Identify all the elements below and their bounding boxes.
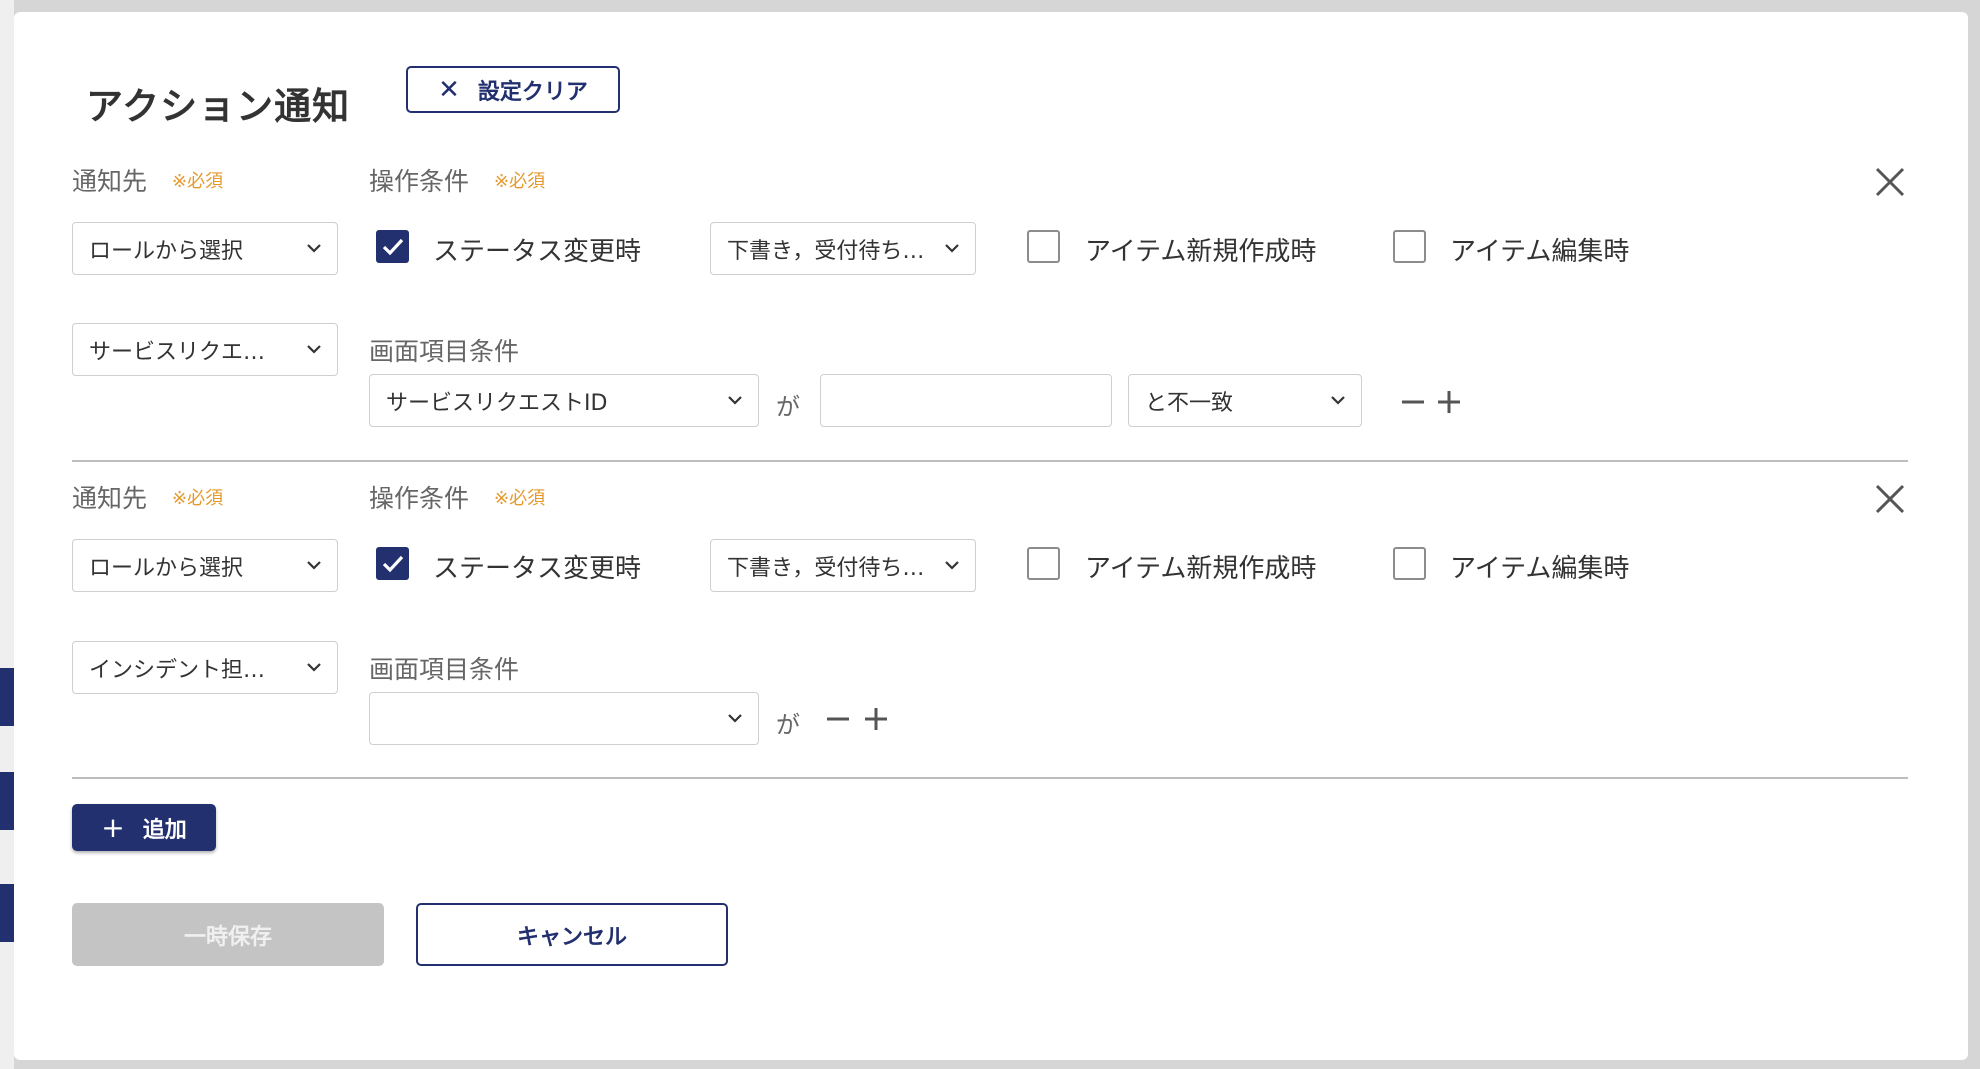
background-bar <box>0 772 14 830</box>
recipient-type-value: ロールから選択 <box>89 555 244 581</box>
status-select[interactable]: 下書き，受付待ち… <box>710 222 976 275</box>
status-change-checkbox[interactable] <box>376 230 409 263</box>
recipient-value: インシデント担… <box>89 657 266 683</box>
chevron-down-icon <box>307 661 321 675</box>
status-value: 下書き，受付待ち… <box>727 238 925 264</box>
new-item-checkbox[interactable] <box>1027 547 1060 580</box>
rule-divider <box>72 777 1908 779</box>
condition-label: 操作条件 <box>369 167 470 196</box>
required-mark: ※必須 <box>494 488 546 509</box>
add-rule-button[interactable]: + 追加 <box>72 804 216 851</box>
add-condition-icon[interactable] <box>863 706 889 732</box>
field-value-input[interactable] <box>820 374 1112 427</box>
add-rule-label: 追加 <box>142 817 187 843</box>
chevron-down-icon <box>945 242 959 256</box>
recipient-label: 通知先 <box>72 167 148 196</box>
edit-item-checkbox[interactable] <box>1393 547 1426 580</box>
chevron-down-icon <box>307 343 321 357</box>
field-value-text: サービスリクエストID <box>386 390 608 416</box>
recipient-label: 通知先 <box>72 484 148 513</box>
cancel-button[interactable]: キャンセル <box>416 903 728 966</box>
status-value: 下書き，受付待ち… <box>727 555 925 581</box>
modal-title: アクション通知 <box>86 85 351 128</box>
remove-condition-icon[interactable] <box>825 706 851 732</box>
chevron-down-icon <box>728 394 742 408</box>
chevron-down-icon <box>307 242 321 256</box>
chevron-down-icon <box>307 559 321 573</box>
rule-divider <box>72 460 1908 462</box>
condition-label: 操作条件 <box>369 484 470 513</box>
recipient-type-value: ロールから選択 <box>89 238 244 264</box>
recipient-value-select[interactable]: インシデント担… <box>72 641 338 694</box>
recipient-value-select[interactable]: サービスリクエ… <box>72 323 338 376</box>
new-item-label: アイテム新規作成時 <box>1085 237 1317 267</box>
chevron-down-icon <box>728 712 742 726</box>
new-item-label: アイテム新規作成時 <box>1085 554 1317 584</box>
recipient-type-select[interactable]: ロールから選択 <box>72 539 338 592</box>
check-icon <box>382 555 403 572</box>
field-select[interactable] <box>369 692 759 745</box>
chevron-down-icon <box>945 559 959 573</box>
add-condition-icon[interactable] <box>1436 389 1462 415</box>
edit-item-checkbox[interactable] <box>1393 230 1426 263</box>
match-operator-value: と不一致 <box>1145 390 1234 416</box>
plus-icon: + <box>101 811 125 844</box>
chevron-down-icon <box>1331 394 1345 408</box>
status-change-label: ステータス変更時 <box>433 554 642 584</box>
required-mark: ※必須 <box>172 171 224 192</box>
clear-settings-label: 設定クリア <box>477 79 588 105</box>
field-condition-label: 画面項目条件 <box>369 655 520 684</box>
edit-item-label: アイテム編集時 <box>1450 554 1630 584</box>
check-icon <box>382 238 403 255</box>
action-notification-modal: アクション通知 ✕ 設定クリア 通知先 ※必須 操作条件 ※必須 ロールから選択… <box>14 12 1968 1060</box>
status-change-label: ステータス変更時 <box>433 237 642 267</box>
recipient-value: サービスリクエ… <box>89 339 266 365</box>
required-mark: ※必須 <box>494 171 546 192</box>
match-operator-select[interactable]: と不一致 <box>1128 374 1362 427</box>
edit-item-label: アイテム編集時 <box>1450 237 1630 267</box>
status-change-checkbox[interactable] <box>376 547 409 580</box>
ga-label: が <box>776 711 800 739</box>
temporary-save-button[interactable]: 一時保存 <box>72 903 384 966</box>
remove-condition-icon[interactable] <box>1400 389 1426 415</box>
remove-rule-icon[interactable] <box>1873 482 1907 516</box>
field-select[interactable]: サービスリクエストID <box>369 374 759 427</box>
required-mark: ※必須 <box>172 488 224 509</box>
clear-settings-button[interactable]: ✕ 設定クリア <box>406 66 620 113</box>
recipient-type-select[interactable]: ロールから選択 <box>72 222 338 275</box>
remove-rule-icon[interactable] <box>1873 165 1907 199</box>
ga-label: が <box>776 393 800 421</box>
new-item-checkbox[interactable] <box>1027 230 1060 263</box>
background-bar <box>0 884 14 942</box>
field-condition-label: 画面項目条件 <box>369 337 520 366</box>
status-select[interactable]: 下書き，受付待ち… <box>710 539 976 592</box>
background-bar <box>0 668 14 726</box>
close-icon: ✕ <box>438 74 460 105</box>
